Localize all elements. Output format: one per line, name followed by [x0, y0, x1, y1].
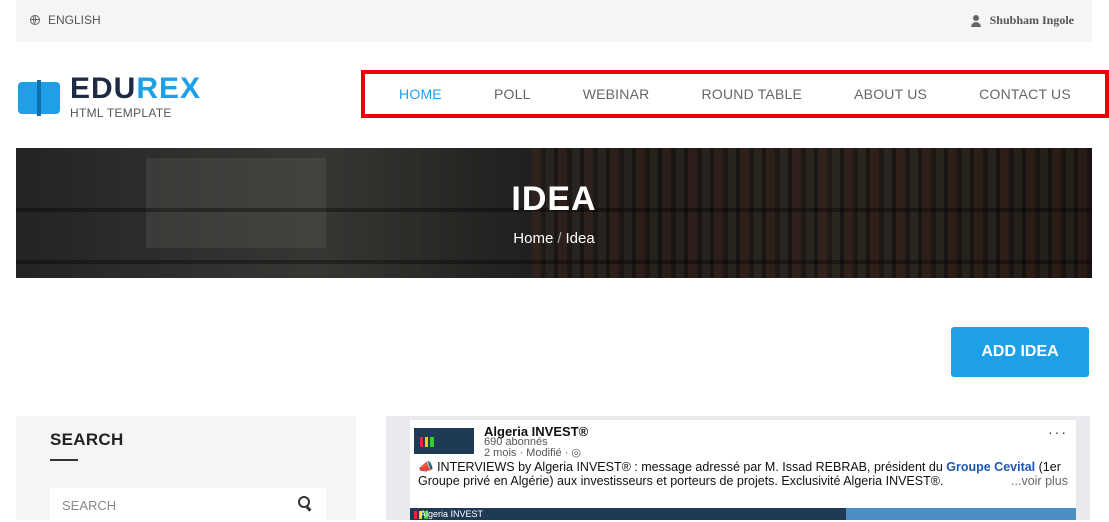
search-heading: SEARCH — [50, 430, 124, 449]
search-box — [50, 488, 326, 522]
breadcrumb: Home / Idea — [16, 230, 1092, 247]
main-nav: HOME POLL WEBINAR ROUND TABLE ABOUT US C… — [361, 70, 1109, 118]
breadcrumb-home[interactable]: Home — [513, 230, 553, 247]
language-selector[interactable]: ENGLISH — [30, 13, 101, 27]
nav-poll[interactable]: POLL — [494, 86, 531, 102]
media-label: Algeria INVEST — [420, 509, 484, 519]
megaphone-icon: 📣 — [418, 460, 434, 474]
brand-tagline: HTML TEMPLATE — [70, 106, 172, 120]
heading-divider — [50, 459, 78, 461]
idea-post-card[interactable]: Algeria INVEST® 690 abonnés 2 mois · Mod… — [386, 416, 1090, 520]
sidebar: SEARCH — [16, 416, 356, 522]
search-icon[interactable] — [298, 496, 312, 510]
nav-webinar[interactable]: WEBINAR — [583, 86, 650, 102]
nav-about-us[interactable]: ABOUT US — [854, 86, 927, 102]
brand-name: EDUREX — [70, 72, 202, 105]
see-more-link[interactable]: ...voir plus — [1011, 474, 1068, 488]
nav-round-table[interactable]: ROUND TABLE — [702, 86, 802, 102]
user-icon — [970, 14, 982, 27]
globe-icon: ◎ — [571, 447, 582, 459]
nav-home[interactable]: HOME — [399, 86, 442, 102]
top-bar: ENGLISH Shubham Ingole — [16, 0, 1092, 42]
post-meta: 690 abonnés 2 mois · Modifié · ◎ — [484, 437, 581, 459]
breadcrumb-current: Idea — [565, 230, 595, 247]
nav-contact-us[interactable]: CONTACT US — [979, 86, 1071, 102]
page-avatar — [414, 428, 474, 454]
post-text: 📣 INTERVIEWS by Algeria INVEST® : messag… — [418, 460, 1068, 488]
site-logo[interactable]: EDUREX HTML TEMPLATE — [16, 74, 201, 120]
globe-icon — [30, 15, 40, 25]
page-title: IDEA — [511, 180, 597, 218]
post-media[interactable]: Algeria INVEST — [410, 508, 1076, 520]
search-input[interactable] — [50, 488, 304, 522]
more-options-icon[interactable]: ··· — [1048, 424, 1068, 440]
post-link[interactable]: Groupe Cevital — [946, 460, 1035, 474]
post-time: 2 mois · Modifié · — [484, 447, 572, 459]
book-icon — [16, 78, 62, 116]
breadcrumb-separator: / — [557, 230, 562, 247]
user-menu[interactable]: Shubham Ingole — [970, 13, 1074, 28]
language-label: ENGLISH — [48, 13, 101, 27]
user-name: Shubham Ingole — [989, 13, 1074, 27]
page-banner: IDEA Home / Idea — [16, 148, 1092, 278]
add-idea-button[interactable]: ADD IDEA — [951, 327, 1089, 377]
